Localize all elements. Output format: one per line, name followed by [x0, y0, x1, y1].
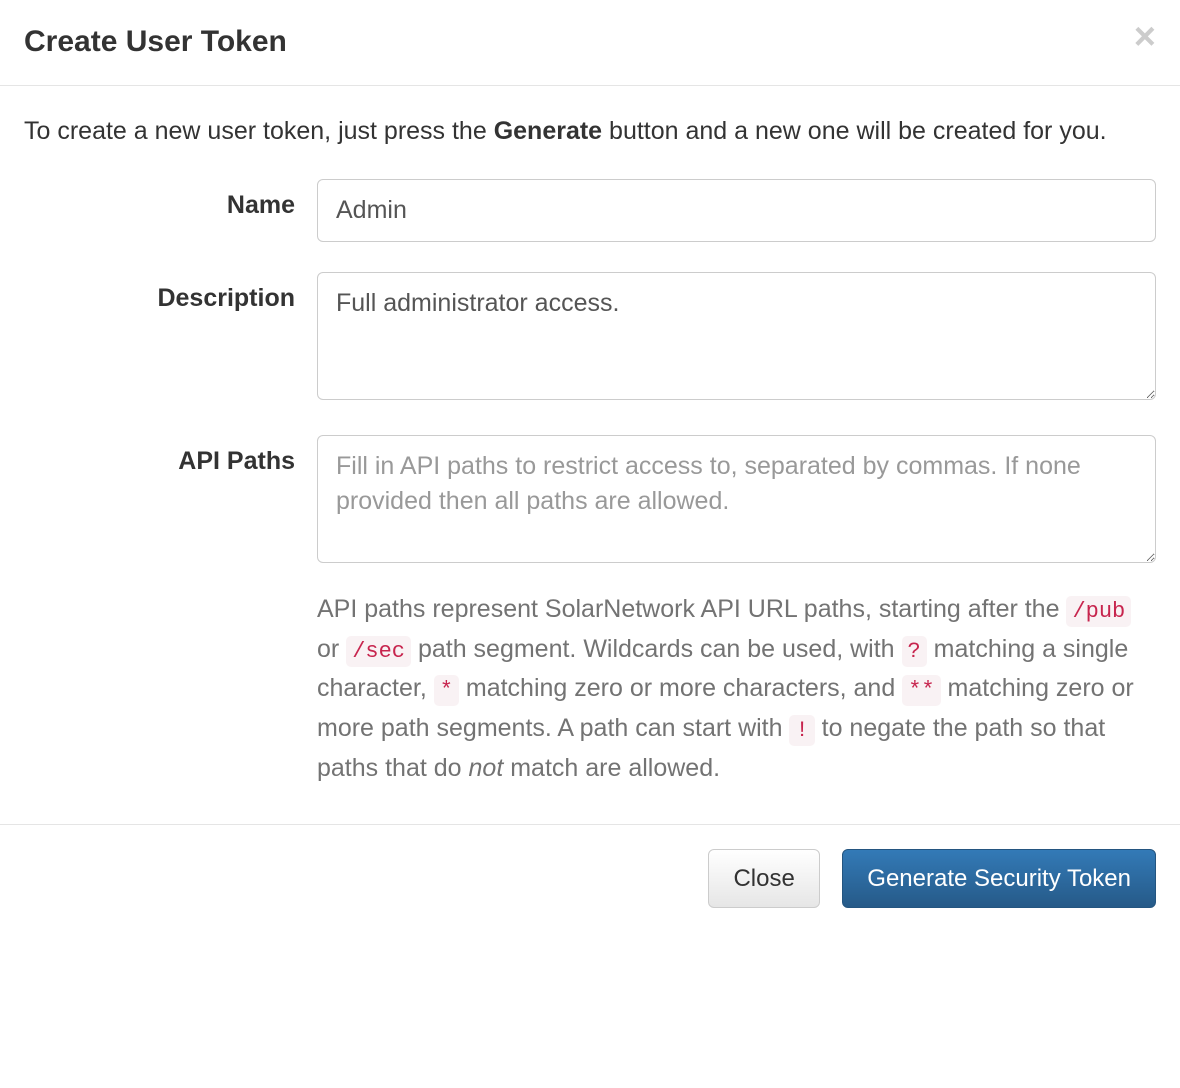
modal-header: Create User Token × — [0, 0, 1180, 86]
modal-footer: Close Generate Security Token — [0, 824, 1180, 936]
help-em: not — [469, 754, 504, 782]
modal-title: Create User Token — [24, 22, 1156, 61]
name-field-wrap — [317, 179, 1156, 242]
intro-before: To create a new user token, just press t… — [24, 117, 494, 145]
modal-body: To create a new user token, just press t… — [0, 86, 1180, 824]
code-star: * — [434, 675, 459, 706]
description-field-wrap: Full administrator access. — [317, 272, 1156, 405]
intro-after: button and a new one will be created for… — [602, 117, 1107, 145]
code-question: ? — [902, 636, 927, 667]
api-paths-label: API Paths — [24, 435, 317, 476]
form-row-name: Name — [24, 179, 1156, 242]
intro-text: To create a new user token, just press t… — [24, 112, 1156, 151]
intro-bold: Generate — [494, 117, 602, 145]
name-input[interactable] — [317, 179, 1156, 242]
form-row-description: Description Full administrator access. — [24, 272, 1156, 405]
description-textarea[interactable]: Full administrator access. — [317, 272, 1156, 400]
description-label: Description — [24, 272, 317, 313]
api-paths-textarea[interactable] — [317, 435, 1156, 563]
code-bang: ! — [789, 715, 814, 746]
name-label: Name — [24, 179, 317, 220]
code-doublestar: ** — [902, 675, 940, 706]
form-row-api-paths: API Paths API paths represent SolarNetwo… — [24, 435, 1156, 789]
api-paths-help: API paths represent SolarNetwork API URL… — [317, 590, 1156, 789]
code-pub: /pub — [1066, 596, 1131, 627]
close-icon[interactable]: × — [1134, 24, 1156, 51]
generate-security-token-button[interactable]: Generate Security Token — [842, 849, 1156, 908]
api-paths-field-wrap: API paths represent SolarNetwork API URL… — [317, 435, 1156, 789]
code-sec: /sec — [346, 636, 411, 667]
close-button[interactable]: Close — [708, 849, 819, 908]
